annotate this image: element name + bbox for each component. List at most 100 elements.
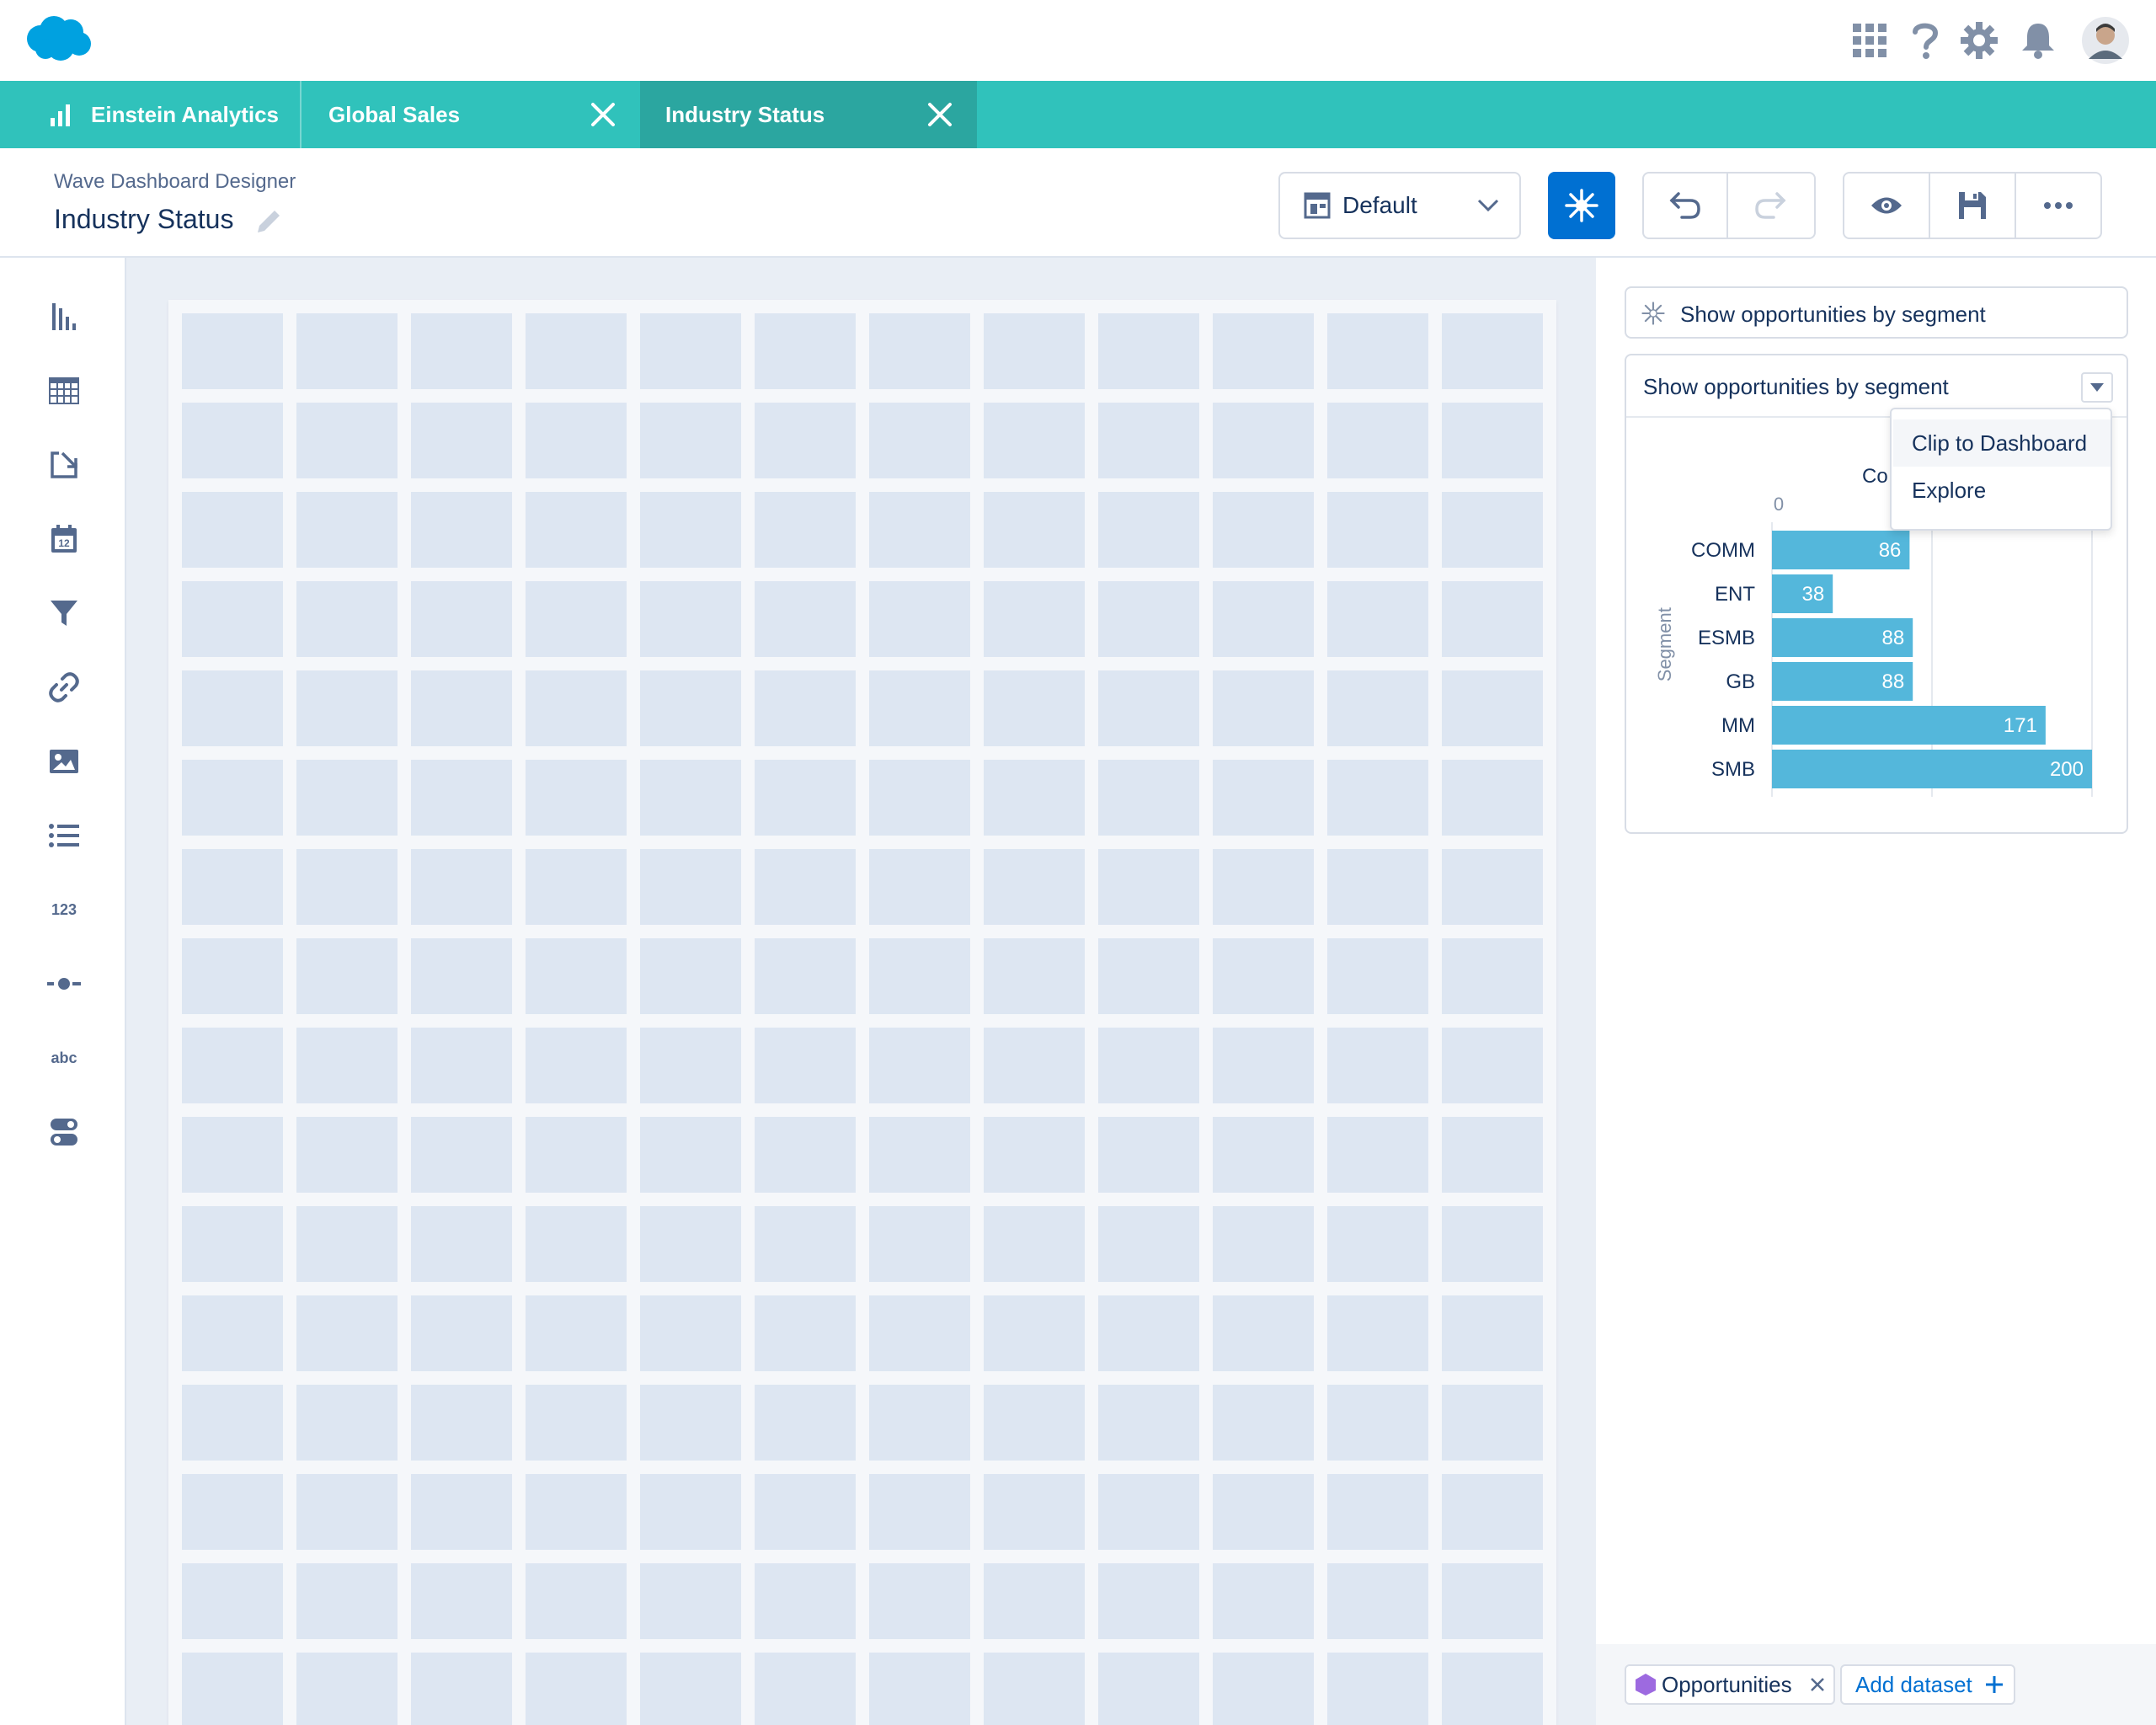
grid-cell[interactable] — [526, 1385, 627, 1461]
grid-cell[interactable] — [296, 1474, 398, 1550]
grid-cell[interactable] — [1213, 492, 1314, 568]
grid-cell[interactable] — [869, 1295, 970, 1371]
grid-cell[interactable] — [411, 1653, 512, 1725]
grid-cell[interactable] — [1213, 1653, 1314, 1725]
grid-cell[interactable] — [1442, 1474, 1543, 1550]
grid-cell[interactable] — [755, 849, 856, 925]
grid-cell[interactable] — [1442, 849, 1543, 925]
grid-cell[interactable] — [984, 1295, 1085, 1371]
grid-cell[interactable] — [1098, 1295, 1199, 1371]
grid-cell[interactable] — [296, 313, 398, 389]
grid-cell[interactable] — [1442, 1563, 1543, 1639]
grid-cell[interactable] — [526, 1295, 627, 1371]
grid-cell[interactable] — [526, 760, 627, 836]
grid-cell[interactable] — [1213, 849, 1314, 925]
grid-cell[interactable] — [869, 760, 970, 836]
grid-cell[interactable] — [984, 403, 1085, 478]
grid-cell[interactable] — [1327, 1028, 1428, 1103]
grid-cell[interactable] — [755, 492, 856, 568]
text-icon[interactable]: abc — [44, 1038, 84, 1078]
dashboard-grid[interactable] — [168, 300, 1556, 1725]
grid-cell[interactable] — [411, 313, 512, 389]
grid-cell[interactable] — [182, 1474, 283, 1550]
grid-cell[interactable] — [1327, 1474, 1428, 1550]
grid-cell[interactable] — [1327, 849, 1428, 925]
grid-cell[interactable] — [869, 1117, 970, 1193]
grid-cell[interactable] — [755, 1563, 856, 1639]
grid-cell[interactable] — [526, 581, 627, 657]
grid-cell[interactable] — [640, 1474, 741, 1550]
grid-cell[interactable] — [1098, 1385, 1199, 1461]
setup-gear-icon[interactable] — [1956, 17, 2003, 64]
grid-cell[interactable] — [411, 1474, 512, 1550]
grid-cell[interactable] — [296, 492, 398, 568]
grid-cell[interactable] — [1442, 1385, 1543, 1461]
grid-cell[interactable] — [1327, 1117, 1428, 1193]
help-icon[interactable] — [1902, 17, 1949, 64]
grid-cell[interactable] — [1098, 581, 1199, 657]
grid-cell[interactable] — [182, 1385, 283, 1461]
grid-cell[interactable] — [984, 1385, 1085, 1461]
grid-cell[interactable] — [640, 313, 741, 389]
grid-cell[interactable] — [1442, 1295, 1543, 1371]
user-avatar[interactable] — [2080, 15, 2131, 66]
grid-cell[interactable] — [1098, 492, 1199, 568]
grid-cell[interactable] — [1327, 403, 1428, 478]
grid-cell[interactable] — [1098, 1563, 1199, 1639]
grid-cell[interactable] — [182, 1117, 283, 1193]
grid-cell[interactable] — [1327, 581, 1428, 657]
edit-pencil-icon[interactable] — [253, 207, 283, 238]
grid-cell[interactable] — [984, 938, 1085, 1014]
grid-cell[interactable] — [526, 1206, 627, 1282]
grid-cell[interactable] — [984, 1474, 1085, 1550]
grid-cell[interactable] — [1442, 760, 1543, 836]
image-icon[interactable] — [44, 741, 84, 782]
grid-cell[interactable] — [869, 492, 970, 568]
grid-cell[interactable] — [640, 1653, 741, 1725]
grid-cell[interactable] — [526, 492, 627, 568]
grid-cell[interactable] — [1327, 1206, 1428, 1282]
grid-cell[interactable] — [1327, 313, 1428, 389]
grid-cell[interactable] — [869, 938, 970, 1014]
grid-cell[interactable] — [182, 1206, 283, 1282]
grid-cell[interactable] — [984, 849, 1085, 925]
grid-cell[interactable] — [1213, 1474, 1314, 1550]
grid-cell[interactable] — [411, 492, 512, 568]
grid-cell[interactable] — [1213, 313, 1314, 389]
grid-cell[interactable] — [755, 581, 856, 657]
grid-cell[interactable] — [296, 1385, 398, 1461]
grid-cell[interactable] — [1098, 849, 1199, 925]
grid-cell[interactable] — [984, 760, 1085, 836]
grid-cell[interactable] — [1098, 760, 1199, 836]
grid-cell[interactable] — [1327, 1563, 1428, 1639]
grid-cell[interactable] — [182, 403, 283, 478]
grid-cell[interactable] — [640, 403, 741, 478]
grid-cell[interactable] — [869, 313, 970, 389]
grid-cell[interactable] — [640, 1206, 741, 1282]
link-icon[interactable] — [44, 667, 84, 708]
grid-cell[interactable] — [1442, 938, 1543, 1014]
grid-cell[interactable] — [1098, 1028, 1199, 1103]
grid-cell[interactable] — [296, 760, 398, 836]
grid-cell[interactable] — [869, 1385, 970, 1461]
grid-cell[interactable] — [869, 1206, 970, 1282]
table-icon[interactable] — [44, 371, 84, 411]
grid-cell[interactable] — [984, 313, 1085, 389]
einstein-query-bar[interactable]: Show opportunities by segment — [1625, 286, 2128, 339]
grid-cell[interactable] — [182, 1028, 283, 1103]
number-icon[interactable]: 123 — [44, 889, 84, 930]
grid-cell[interactable] — [526, 670, 627, 746]
grid-cell[interactable] — [869, 670, 970, 746]
grid-cell[interactable] — [1098, 670, 1199, 746]
add-dataset-button[interactable]: Add dataset — [1840, 1664, 2015, 1705]
grid-cell[interactable] — [296, 1028, 398, 1103]
grid-cell[interactable] — [411, 1206, 512, 1282]
grid-cell[interactable] — [1327, 760, 1428, 836]
grid-cell[interactable] — [411, 849, 512, 925]
grid-cell[interactable] — [1213, 670, 1314, 746]
grid-cell[interactable] — [1098, 1653, 1199, 1725]
grid-cell[interactable] — [182, 849, 283, 925]
grid-cell[interactable] — [1213, 1295, 1314, 1371]
grid-cell[interactable] — [1098, 938, 1199, 1014]
compare-table-icon[interactable] — [44, 445, 84, 485]
